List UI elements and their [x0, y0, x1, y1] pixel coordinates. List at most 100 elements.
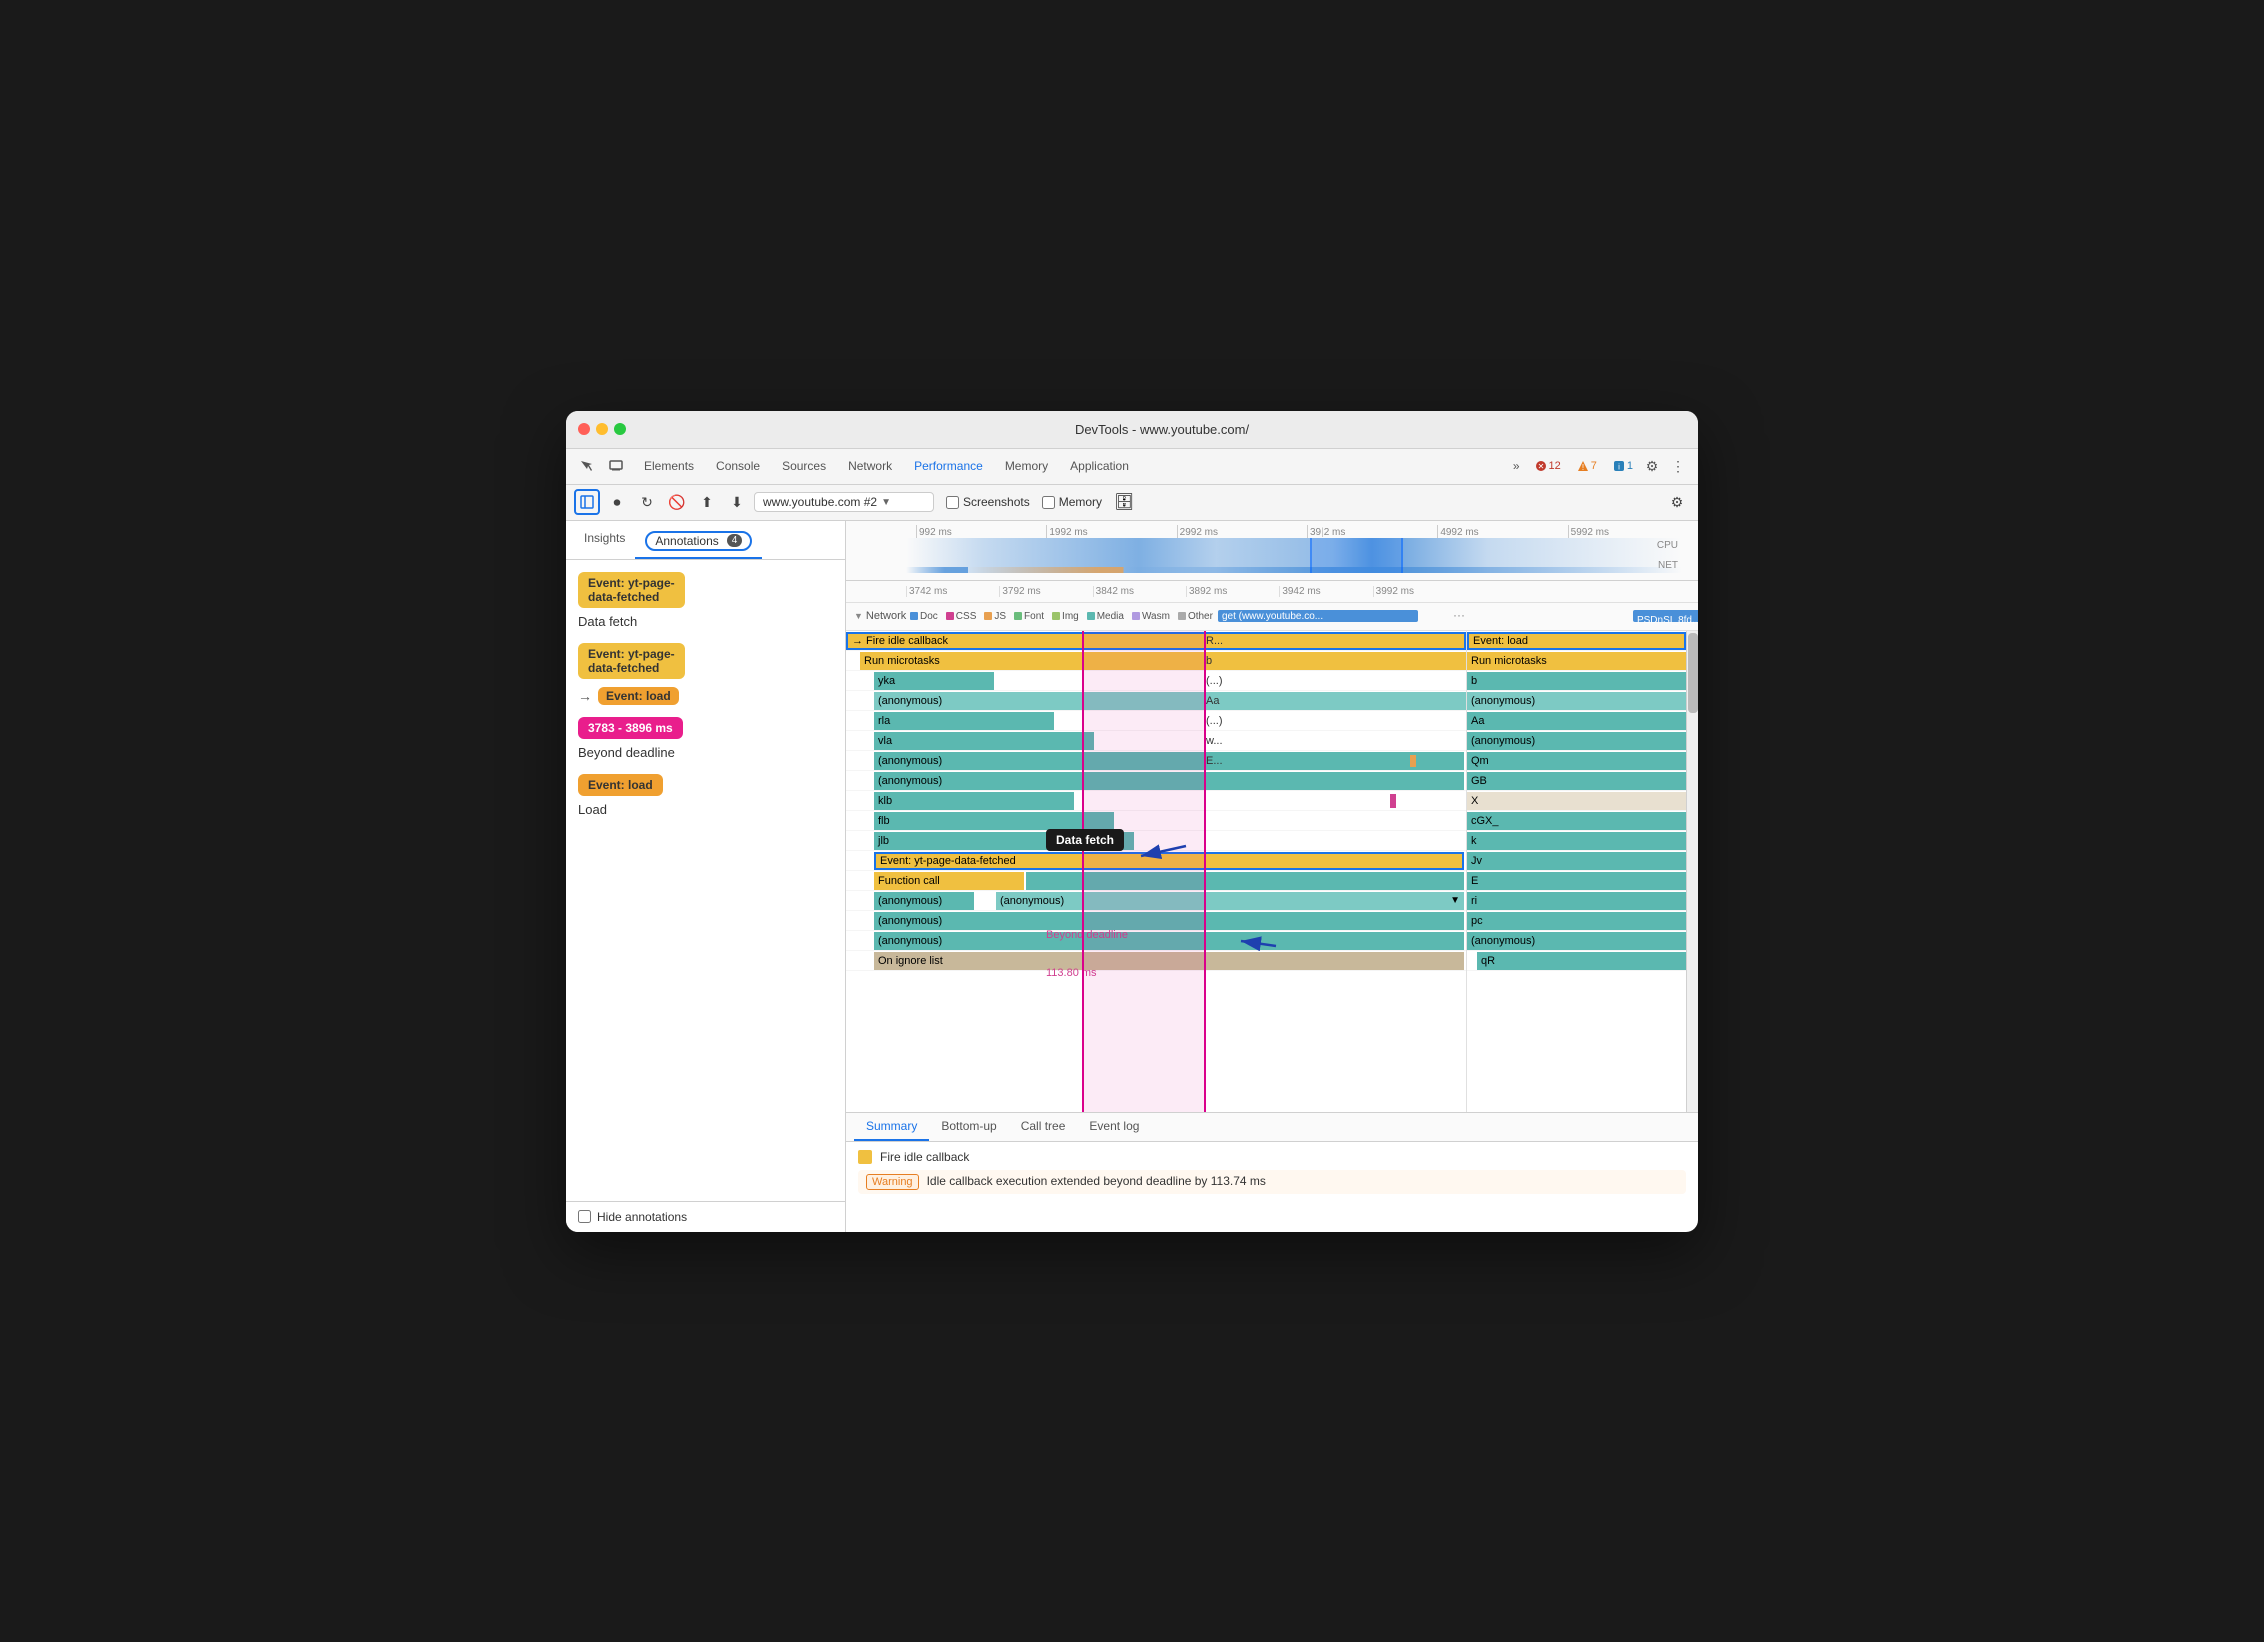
flame-row-fire-idle[interactable]: → Fire idle callback [846, 631, 1466, 651]
right-row-x[interactable]: X [1467, 791, 1686, 811]
annotation-card-event-link: Event: yt-page-data-fetched → Event: loa… [578, 643, 833, 705]
right-row-gb[interactable]: GB [1467, 771, 1686, 791]
tab-insights[interactable]: Insights [574, 525, 635, 559]
flame-row-anon-1[interactable]: (anonymous) [846, 691, 1466, 711]
annotation-label-event-load[interactable]: Event: load [598, 687, 679, 705]
right-row-aa[interactable]: Aa [1467, 711, 1686, 731]
right-row-anon-3[interactable]: (anonymous) [1467, 931, 1686, 951]
annotation-label-deadline[interactable]: 3783 - 3896 ms [578, 717, 683, 739]
flame-row-rla[interactable]: rla [846, 711, 1466, 731]
flame-row-anon-4[interactable]: (anonymous) [846, 911, 1466, 931]
titlebar: DevTools - www.youtube.com/ [566, 411, 1698, 449]
flame-row-function-call[interactable]: Function call [846, 871, 1466, 891]
device-icon[interactable] [604, 454, 628, 478]
error-count-yellow: ! 7 [1572, 459, 1602, 473]
tab-annotations[interactable]: Annotations 4 [635, 525, 762, 559]
toolbar-settings-button[interactable]: ⚙ [1664, 489, 1690, 515]
memory-checkbox[interactable]: Memory [1042, 495, 1102, 509]
flame-row-anon-3[interactable]: (anonymous) [846, 771, 1466, 791]
flame-row-run-microtasks[interactable]: Run microtasks [846, 651, 1466, 671]
panel-tabs: Insights Annotations 4 [566, 521, 845, 560]
recording-selector[interactable]: www.youtube.com #2 ▼ [754, 492, 934, 512]
right-row-event-load[interactable]: Event: load [1467, 631, 1686, 651]
error-indicators: ✕ 12 ! 7 i 1 [1530, 459, 1639, 473]
annotation-label-load[interactable]: Event: load [578, 774, 663, 796]
network-legend: Doc CSS JS Font [910, 611, 1213, 622]
flame-row-flb[interactable]: flb [846, 811, 1466, 831]
tab-performance[interactable]: Performance [904, 455, 993, 477]
toolbar: ⏺ ↻ 🚫 ⬆ ⬇ www.youtube.com #2 ▼ Screensho… [566, 485, 1698, 521]
devtools-window: DevTools - www.youtube.com/ Elements Con… [566, 411, 1698, 1232]
flame-row-vla[interactable]: vla [846, 731, 1466, 751]
right-row-jv[interactable]: Jv [1467, 851, 1686, 871]
right-row-anon-1[interactable]: (anonymous) [1467, 691, 1686, 711]
tab-application[interactable]: Application [1060, 455, 1139, 477]
tab-console[interactable]: Console [706, 455, 770, 477]
right-row-b[interactable]: b [1467, 671, 1686, 691]
deadline-ms-label: 113.80 ms [1046, 967, 1097, 979]
flame-row-jlb[interactable]: jlb Data fetch [846, 831, 1466, 851]
flame-row-anon-dropdown[interactable]: (anonymous) (anonymous) ▼ [846, 891, 1466, 911]
flame-row-yka[interactable]: yka [846, 671, 1466, 691]
flame-row-anon-5[interactable]: (anonymous) Beyond deadline [846, 931, 1466, 951]
selection-indicator [1310, 538, 1403, 573]
right-row-qm[interactable]: Qm [1467, 751, 1686, 771]
tab-network[interactable]: Network [838, 455, 902, 477]
ruler-ticks: 3742 ms 3792 ms 3842 ms 3892 ms 3942 ms … [906, 586, 1466, 597]
tab-event-log[interactable]: Event log [1077, 1113, 1151, 1141]
tab-call-tree[interactable]: Call tree [1009, 1113, 1078, 1141]
hide-annotations-row[interactable]: Hide annotations [566, 1201, 845, 1232]
annotation-label-yt-page-1[interactable]: Event: yt-page-data-fetched [578, 572, 685, 608]
tab-sources[interactable]: Sources [772, 455, 836, 477]
scrollbar-thumb[interactable] [1688, 633, 1698, 713]
screenshots-checkbox[interactable]: Screenshots [946, 495, 1030, 509]
tab-elements[interactable]: Elements [634, 455, 704, 477]
right-row-cgx[interactable]: cGX_ [1467, 811, 1686, 831]
ruler-mark-2992: 2992 ms [1177, 525, 1307, 538]
minimize-button[interactable] [596, 423, 608, 435]
annotation-label-yt-page-2[interactable]: Event: yt-page-data-fetched [578, 643, 685, 679]
flame-row-klb[interactable]: klb [846, 791, 1466, 811]
upload-button[interactable]: ⬆ [694, 489, 720, 515]
cursor-icon[interactable] [574, 454, 598, 478]
right-row-k[interactable]: k [1467, 831, 1686, 851]
maximize-button[interactable] [614, 423, 626, 435]
clear-button[interactable]: 🚫 [664, 489, 690, 515]
right-row-qr[interactable]: qR [1467, 951, 1686, 971]
more-options-icon[interactable]: ⋮ [1666, 454, 1690, 478]
right-row-e[interactable]: E [1467, 871, 1686, 891]
ruler-mark-4992: 4992 ms [1437, 525, 1567, 538]
tab-bottom-up[interactable]: Bottom-up [929, 1113, 1008, 1141]
close-button[interactable] [578, 423, 590, 435]
annotation-card-data-fetch: Event: yt-page-data-fetched Data fetch [578, 572, 833, 631]
right-row-ri[interactable]: ri [1467, 891, 1686, 911]
flame-row-on-ignore[interactable]: On ignore list 113.80 ms [846, 951, 1466, 971]
flame-chart-left: → Fire idle callback Run microtasks yka [846, 631, 1466, 1112]
record-button[interactable]: ⏺ [604, 489, 630, 515]
network-item-get[interactable]: get (www.youtube.co... [1218, 610, 1418, 622]
settings-icon[interactable]: ⚙ [1640, 454, 1664, 478]
memory-icon: 🗄 [1114, 492, 1134, 512]
right-row-anon-2[interactable]: (anonymous) [1467, 731, 1686, 751]
tab-memory[interactable]: Memory [995, 455, 1058, 477]
timeline-overview[interactable]: 992 ms 1992 ms 2992 ms 39|2 ms 4992 ms 5… [846, 521, 1698, 581]
download-button[interactable]: ⬇ [724, 489, 750, 515]
refresh-button[interactable]: ↻ [634, 489, 660, 515]
network-item-psd[interactable]: PSDnSI_8fd... [1633, 610, 1698, 622]
right-row-microtasks[interactable]: Run microtasks [1467, 651, 1686, 671]
sidebar-toggle-button[interactable] [574, 489, 600, 515]
error-count-red: ✕ 12 [1530, 459, 1566, 473]
vertical-scrollbar[interactable] [1686, 631, 1698, 1112]
hide-annotations-label: Hide annotations [597, 1210, 687, 1224]
annotations-count-badge: 4 [727, 534, 743, 547]
chevron-down-icon: ▼ [881, 497, 891, 508]
flame-row-event-yt[interactable]: Event: yt-page-data-fetched [846, 851, 1466, 871]
fire-color-indicator [858, 1150, 872, 1164]
right-row-pc[interactable]: pc [1467, 911, 1686, 931]
tab-summary[interactable]: Summary [854, 1113, 929, 1141]
timeline-minimap: CPU NET [906, 538, 1682, 573]
more-tabs-button[interactable]: » [1505, 455, 1528, 477]
hide-annotations-checkbox[interactable] [578, 1210, 591, 1223]
img-color [1052, 612, 1060, 620]
flame-row-anon-2[interactable]: (anonymous) [846, 751, 1466, 771]
